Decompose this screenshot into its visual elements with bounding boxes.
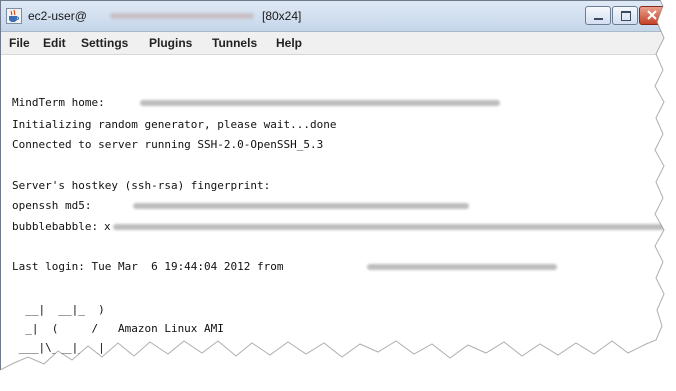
menu-edit[interactable]: Edit xyxy=(43,36,66,50)
minimize-icon xyxy=(594,18,603,20)
mindterm-home-line: MindTerm home: xyxy=(12,96,105,109)
menu-file[interactable]: File xyxy=(9,36,30,50)
menu-plugins[interactable]: Plugins xyxy=(149,36,192,50)
redacted-md5 xyxy=(133,203,469,209)
bubblebabble-line: bubblebabble: xyxy=(12,220,99,233)
init-line: Initializing random generator, please wa… xyxy=(12,118,337,131)
close-icon xyxy=(647,10,657,20)
java-cup-icon xyxy=(6,8,22,24)
ami-banner-line-3: ___|\___|___| xyxy=(12,341,105,354)
minimize-button[interactable] xyxy=(585,6,611,25)
terminal-output[interactable]: MindTerm home: Initializing random gener… xyxy=(1,55,665,386)
redacted-hostname xyxy=(110,13,254,19)
window-title: ec2-user@ xyxy=(28,9,87,23)
ami-banner-line-2: _| ( / Amazon Linux AMI xyxy=(12,322,224,335)
maximize-button[interactable] xyxy=(612,6,638,25)
close-button[interactable] xyxy=(639,6,665,25)
connected-line: Connected to server running SSH-2.0-Open… xyxy=(12,138,324,151)
maximize-icon xyxy=(621,11,631,21)
redacted-host xyxy=(367,264,557,270)
terminal-window: ec2-user@ [80x24] File Edit Settings Plu… xyxy=(0,0,666,387)
redacted-path xyxy=(140,100,500,106)
ami-banner-line-1: __| __|_ ) xyxy=(12,303,105,316)
title-bar[interactable]: ec2-user@ [80x24] xyxy=(1,1,665,32)
md5-line: openssh md5: xyxy=(12,199,92,212)
menu-bar: File Edit Settings Plugins Tunnels Help xyxy=(1,32,665,55)
menu-tunnels[interactable]: Tunnels xyxy=(212,36,257,50)
terminal-size-label: [80x24] xyxy=(262,9,302,23)
bubblebabble-first-char: x xyxy=(104,220,111,233)
redacted-bubblebabble xyxy=(113,224,665,230)
last-login-line: Last login: Tue Mar 6 19:44:04 2012 from xyxy=(12,260,284,273)
menu-help[interactable]: Help xyxy=(276,36,302,50)
hostkey-line: Server's hostkey (ssh-rsa) fingerprint: xyxy=(12,179,271,192)
menu-settings[interactable]: Settings xyxy=(81,36,128,50)
